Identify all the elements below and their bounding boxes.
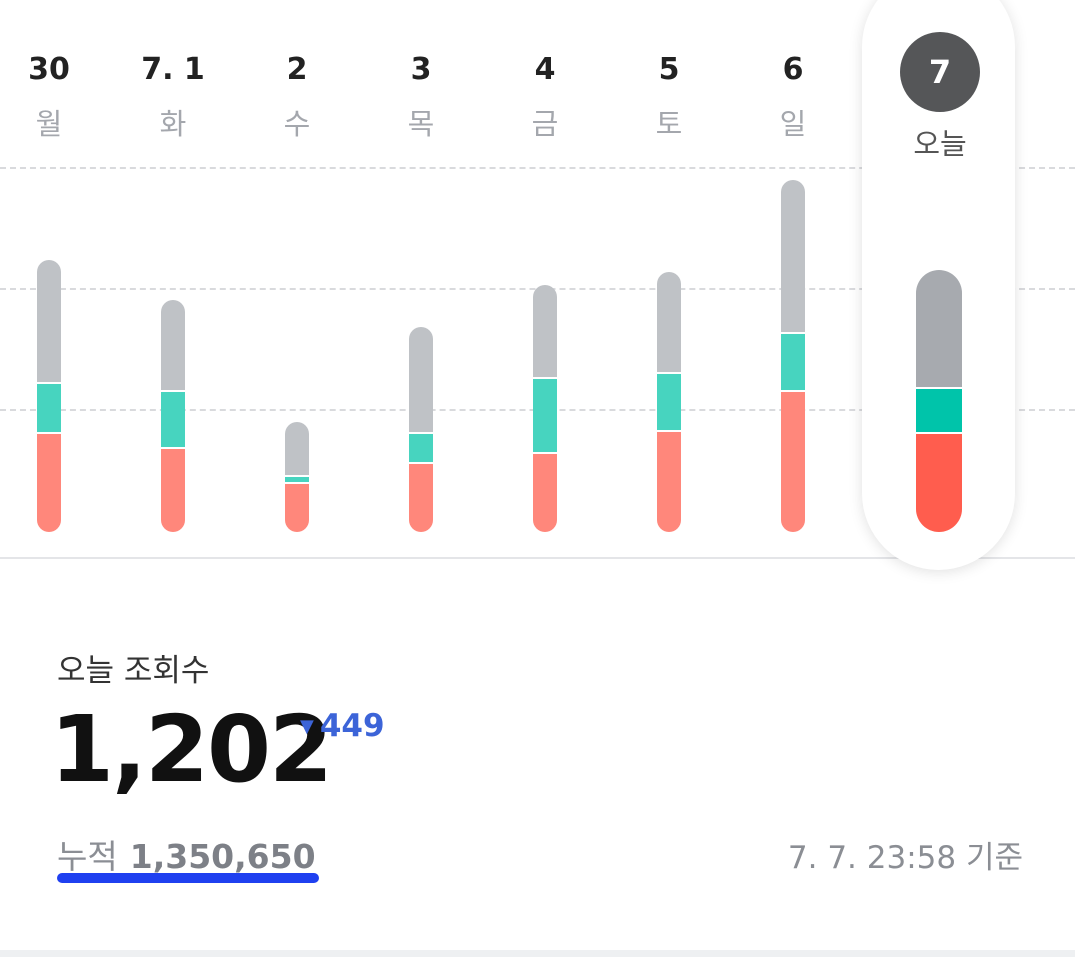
weekday-label: 목 bbox=[407, 107, 435, 141]
highlight-underline bbox=[57, 873, 319, 883]
weekday-label: 월 bbox=[35, 107, 63, 141]
date-label: 3 bbox=[410, 52, 432, 87]
stacked-bar[interactable] bbox=[161, 299, 185, 532]
views-change-indicator: ▼ 449 bbox=[300, 708, 385, 744]
weekday-label: 화 bbox=[159, 107, 187, 141]
date-label: 6 bbox=[782, 52, 804, 87]
bar-segment-teal bbox=[161, 389, 185, 447]
today-date-badge: 7 bbox=[900, 32, 980, 112]
cumulative-views: 누적 1,350,650 bbox=[57, 830, 316, 878]
cumulative-value: 1,350,650 bbox=[129, 837, 316, 876]
bar-segment-teal bbox=[781, 332, 805, 390]
bar-segment-teal bbox=[533, 377, 557, 452]
today-views-title: 오늘 조회수 bbox=[57, 653, 210, 689]
bar-segment-teal bbox=[657, 372, 681, 430]
weekday-label: 토 bbox=[655, 107, 683, 141]
stacked-bar[interactable] bbox=[37, 259, 61, 532]
stacked-bar[interactable] bbox=[409, 327, 433, 532]
bar-segment-gray bbox=[916, 269, 962, 387]
bar-segment-teal bbox=[409, 432, 433, 462]
bar-segment-gray bbox=[409, 327, 433, 432]
bar-segment-teal bbox=[37, 382, 61, 432]
updated-timestamp: 7. 7. 23:58 기준 bbox=[787, 840, 1023, 876]
date-label: 30 bbox=[28, 52, 70, 87]
bar-segment-red bbox=[37, 432, 61, 532]
date-label: 2 bbox=[286, 52, 308, 87]
bar-segment-gray bbox=[161, 299, 185, 390]
bar-segment-gray bbox=[781, 179, 805, 332]
section-divider bbox=[0, 950, 1075, 957]
bar-segment-red bbox=[533, 452, 557, 532]
stacked-bar[interactable] bbox=[285, 422, 309, 532]
today-bar[interactable] bbox=[916, 269, 962, 532]
date-label: 4 bbox=[534, 52, 556, 87]
stacked-bar[interactable] bbox=[657, 272, 681, 532]
bar-segment-teal bbox=[285, 474, 309, 482]
today-views-count: 1,202 bbox=[50, 696, 333, 803]
weekday-label: 금 bbox=[531, 107, 559, 141]
bar-segment-red bbox=[916, 432, 962, 532]
bar-segment-red bbox=[161, 447, 185, 532]
bar-segment-red bbox=[285, 482, 309, 532]
date-label: 7. 1 bbox=[141, 52, 205, 87]
bar-segment-red bbox=[657, 429, 681, 532]
down-arrow-icon: ▼ bbox=[300, 715, 314, 737]
bar-segment-gray bbox=[285, 422, 309, 475]
bar-segment-gray bbox=[37, 259, 61, 382]
bar-segment-gray bbox=[657, 272, 681, 372]
stacked-bar[interactable] bbox=[533, 284, 557, 532]
date-label: 5 bbox=[658, 52, 680, 87]
bar-segment-red bbox=[409, 462, 433, 532]
today-label: 오늘 bbox=[913, 127, 967, 161]
bar-segment-red bbox=[781, 389, 805, 532]
cumulative-label: 누적 bbox=[57, 837, 118, 876]
bar-segment-teal bbox=[916, 387, 962, 432]
bar-segment-gray bbox=[533, 284, 557, 377]
stacked-bar[interactable] bbox=[781, 179, 805, 532]
views-change-value: 449 bbox=[319, 708, 385, 744]
daily-views-chart: 7 오늘 30 월 7. 1 화 2 수 3 목 4 금 5 토 6 일 bbox=[0, 0, 1075, 570]
weekday-label: 수 bbox=[283, 107, 311, 141]
weekday-label: 일 bbox=[779, 107, 807, 141]
